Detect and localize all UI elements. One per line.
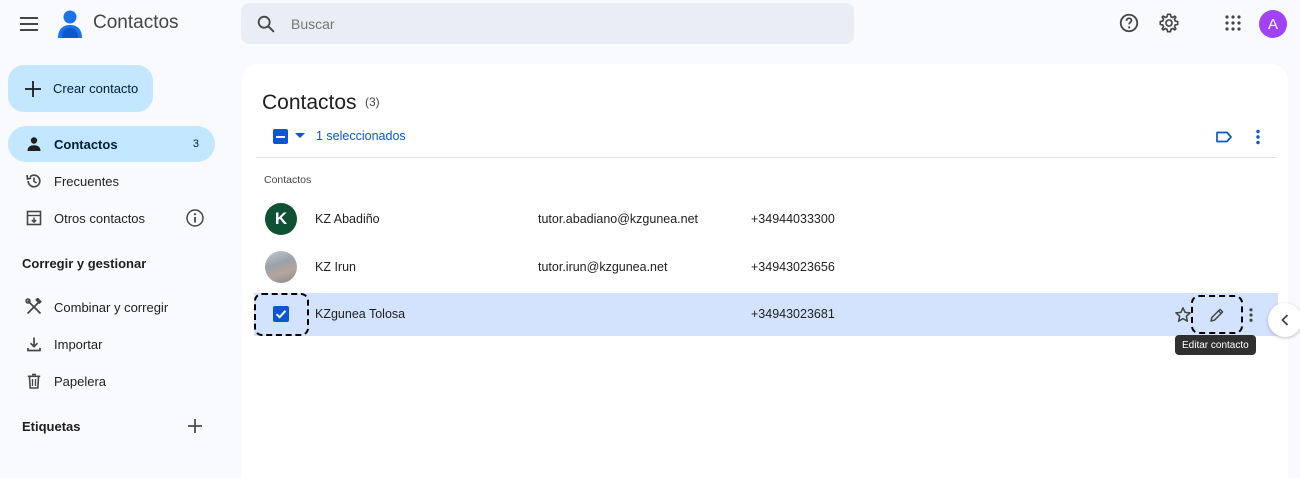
archive-icon xyxy=(24,208,44,228)
add-label-plus-icon[interactable] xyxy=(185,416,205,436)
collapse-panel-chevron-left-icon[interactable] xyxy=(1268,303,1300,337)
page-title-count: (3) xyxy=(365,95,380,109)
apps-grid-icon[interactable] xyxy=(1221,11,1245,35)
sidebar-item-papelera[interactable]: Papelera xyxy=(8,363,215,399)
selection-dropdown-caret-icon[interactable] xyxy=(295,133,305,138)
contact-name: KZgunea Tolosa xyxy=(315,307,406,321)
create-contact-label: Crear contacto xyxy=(53,81,139,96)
select-all-checkbox[interactable] xyxy=(273,129,288,144)
row-checkbox-checked[interactable] xyxy=(273,306,289,322)
list-section-header: Contactos xyxy=(264,174,312,186)
sidebar-item-label: Importar xyxy=(54,336,103,352)
search-bar[interactable] xyxy=(241,3,854,44)
section-header-fix: Corregir y gestionar xyxy=(22,256,147,271)
contacts-main-panel: Contactos (3) 1 seleccionados Contactos … xyxy=(242,64,1288,478)
settings-gear-icon[interactable] xyxy=(1157,11,1181,35)
contact-email: tutor.abadiano@kzgunea.net xyxy=(538,212,699,226)
checkmark-icon xyxy=(275,310,287,319)
contact-row[interactable]: K KZ Abadiño tutor.abadiano@kzgunea.net … xyxy=(254,198,1278,241)
account-avatar[interactable]: A xyxy=(1259,10,1287,38)
contact-avatar-photo xyxy=(265,251,297,283)
contact-row-selected[interactable]: KZgunea Tolosa +34943023681 xyxy=(254,293,1278,336)
info-icon[interactable] xyxy=(185,208,205,228)
plus-icon xyxy=(25,80,41,97)
tools-icon xyxy=(24,297,44,317)
sidebar-item-label: Otros contactos xyxy=(54,210,146,226)
section-header-labels: Etiquetas xyxy=(22,419,81,434)
row-more-options-icon[interactable] xyxy=(1241,305,1261,325)
contact-avatar: K xyxy=(265,203,297,235)
contact-phone: +34944033300 xyxy=(751,212,835,226)
page-title: Contactos xyxy=(262,91,357,114)
sidebar-item-frecuentes[interactable]: Frecuentes xyxy=(8,163,215,199)
person-icon xyxy=(24,134,44,154)
search-input[interactable] xyxy=(291,3,831,44)
sidebar-item-otros-contactos[interactable]: Otros contactos xyxy=(8,200,215,236)
contact-name: KZ Abadiño xyxy=(315,212,380,226)
contacts-logo-icon xyxy=(56,9,84,39)
contact-row[interactable]: KZ Irun tutor.irun@kzgunea.net +34943023… xyxy=(254,246,1278,289)
create-contact-button[interactable]: Crear contacto xyxy=(8,65,153,112)
help-icon[interactable] xyxy=(1117,11,1141,35)
sidebar-item-label: Combinar y corregir xyxy=(54,299,169,315)
sidebar-item-label: Papelera xyxy=(54,373,107,389)
toolbar-divider xyxy=(256,157,1276,158)
edit-pencil-icon[interactable] xyxy=(1207,305,1227,325)
trash-icon xyxy=(24,371,44,391)
download-icon xyxy=(24,334,44,354)
contact-phone: +34943023681 xyxy=(751,307,835,321)
sidebar-item-label: Contactos xyxy=(54,136,118,152)
contact-email: tutor.irun@kzgunea.net xyxy=(538,260,668,274)
sidebar-item-importar[interactable]: Importar xyxy=(8,326,215,362)
sidebar-item-combinar[interactable]: Combinar y corregir xyxy=(8,289,215,325)
more-actions-icon[interactable] xyxy=(1248,127,1268,147)
manage-labels-icon[interactable] xyxy=(1214,127,1234,147)
app-title: Contactos xyxy=(93,12,179,33)
contacts-count-badge: 3 xyxy=(192,138,199,150)
selection-count-text[interactable]: 1 seleccionados xyxy=(316,129,406,143)
tooltip: Editar contacto xyxy=(1175,335,1256,355)
contact-name: KZ Irun xyxy=(315,260,356,274)
star-icon[interactable] xyxy=(1173,305,1193,325)
sidebar-item-label: Frecuentes xyxy=(54,173,120,189)
main-menu-icon[interactable] xyxy=(15,10,43,38)
app-header: Contactos A xyxy=(0,0,1300,48)
search-icon[interactable] xyxy=(255,13,277,35)
sidebar-item-contactos[interactable]: Contactos 3 xyxy=(8,126,215,162)
history-icon xyxy=(24,171,44,191)
contact-phone: +34943023656 xyxy=(751,260,835,274)
